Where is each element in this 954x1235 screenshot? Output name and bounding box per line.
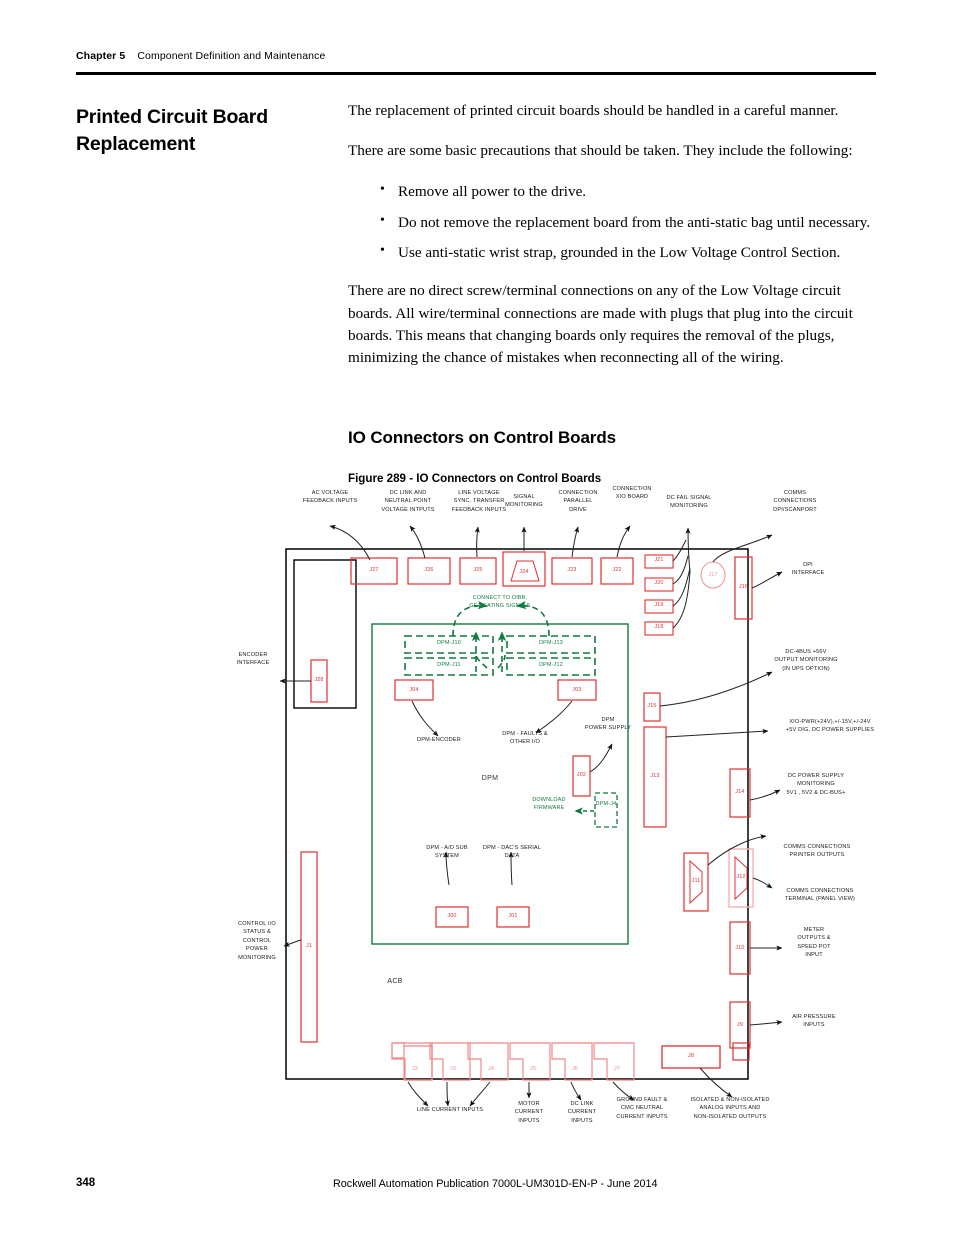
precautions-list: Remove all power to the drive. Do not re… <box>348 180 876 265</box>
dpm-gating-note: CONNECT TO OIBB, GET GATING SIGNALS <box>469 595 531 609</box>
page-title: Printed Circuit Board Replacement <box>76 106 268 155</box>
connector-j7[interactable]: J7 <box>600 1066 634 1072</box>
page-number: 348 <box>76 1177 96 1189</box>
body-column: The replacement of printed circuit board… <box>348 100 876 388</box>
annotation-dpi-interface: DPI INTERFACE <box>791 562 825 577</box>
dpm-port-j11: DPM-J11 <box>437 662 461 668</box>
annotation-encoder-interface: ENCODER INTERFACE <box>236 652 270 667</box>
annotation-comms-printer-outputs: COMMS CONNECTIONS PRINTER OUTPUTS <box>783 844 851 859</box>
annotation-comms-terminal-panel-view: COMMS CONNECTIONS TERMINAL (PANEL VIEW) <box>784 888 856 903</box>
connector-j11[interactable]: J11 <box>684 878 708 884</box>
connector-j15[interactable]: J15 <box>644 703 660 709</box>
connector-j19[interactable]: J19 <box>645 602 673 608</box>
connector-j13[interactable]: J13 <box>644 773 666 779</box>
running-header: Chapter 5 Component Definition and Mainte… <box>76 50 876 62</box>
annotation-dc-power-supply-monitoring: DC POWER SUPPLY MONITORING 5V1 , 5V2 & D… <box>786 773 846 796</box>
list-item: Do not remove the replacement board from… <box>380 211 876 234</box>
paragraph-2: There are some basic precautions that sh… <box>348 142 853 160</box>
connector-j04[interactable]: J04 <box>395 687 433 693</box>
connector-j4[interactable]: J4 <box>474 1066 508 1072</box>
annotation-dpm-encoder: DPM-ENCODER <box>417 737 461 743</box>
chapter-title: Component Definition and Maintenance <box>137 50 326 62</box>
annotation-ground-fault-cmc: GROUND FAULT & CMC NEUTRAL CURRENT INPUT… <box>616 1097 668 1120</box>
connector-j1[interactable]: J1 <box>301 943 317 949</box>
list-item: Remove all power to the drive. <box>380 180 876 203</box>
connector-j10[interactable]: J10 <box>730 945 750 951</box>
annotation-line-voltage-sync: LINE VOLTAGE SYNC. TRANSFER FEEDBACK INP… <box>451 490 507 513</box>
annotation-control-io-status: CONTROL I/O STATUS & CONTROL POWER MONIT… <box>238 921 276 961</box>
connector-j16[interactable]: J16 <box>735 584 752 590</box>
connector-j27[interactable]: J27 <box>351 567 397 573</box>
connector-j17[interactable]: J17 <box>701 572 725 578</box>
connector-j02[interactable]: J02 <box>573 772 590 778</box>
annotation-connection-parallel-drive: CONNECTION PARALLEL DRIVE <box>558 490 598 513</box>
connector-j21[interactable]: J21 <box>645 557 673 563</box>
annotation-ac-voltage-feedback: AC VOLTAGE FEEDBACK INPUTS <box>302 490 358 505</box>
chapter-number: Chapter 5 <box>76 50 126 62</box>
connector-j03[interactable]: J03 <box>558 687 596 693</box>
annotation-signal-monitoring: SIGNAL MONITORING <box>505 494 543 509</box>
connector-j3[interactable]: J3 <box>436 1066 470 1072</box>
annotation-download-firmware: DOWNLOAD FIRMWARE <box>532 797 566 811</box>
connector-j5[interactable]: J5 <box>516 1066 550 1072</box>
annotation-dpm-faults-other-io: DPM - FAULTS & OTHER I/O <box>502 731 548 746</box>
connector-j28[interactable]: J28 <box>311 677 327 683</box>
connector-j8[interactable]: J8 <box>662 1053 720 1059</box>
annotation-line-current-inputs: LINE CURRENT INPUTS <box>416 1107 484 1113</box>
header-divider <box>76 72 876 75</box>
annotation-dpm-dacs-serial-data: DPM - DAC'S SERIAL DATA <box>482 845 542 860</box>
connector-j01[interactable]: J01 <box>497 913 529 919</box>
annotation-dpm-power-supply: DPM POWER SUPPLY <box>584 717 632 732</box>
connector-j00[interactable]: J00 <box>436 913 468 919</box>
annotation-dc-fail-signal-monitoring: DC FAIL SIGNAL MONITORING <box>666 495 712 510</box>
paragraph-1: The replacement of printed circuit board… <box>348 102 839 119</box>
annotation-dpm-ad-sub-system: DPM - A/D SUB SYSTEM <box>426 845 468 860</box>
connector-j14[interactable]: J14 <box>730 789 750 795</box>
connector-j20[interactable]: J20 <box>645 580 673 586</box>
annotation-comms-dpi-scanport: COMMS CONNECTIONS DPI/SCANPORT <box>773 490 817 513</box>
figure-caption: Figure 289 - IO Connectors on Control Bo… <box>348 472 602 485</box>
annotation-air-pressure-inputs: AIR PRESSURE INPUTS <box>792 1014 836 1029</box>
section-heading: IO Connectors on Control Boards <box>348 428 616 447</box>
connector-j23[interactable]: J23 <box>552 567 592 573</box>
dpm-port-j10: DPM-J10 <box>437 640 461 646</box>
connector-j18[interactable]: J18 <box>645 624 673 630</box>
annotation-isolated-analog-io: ISOLATED & NON-ISOLATED ANALOG INPUTS AN… <box>690 1097 770 1120</box>
connector-j22[interactable]: J22 <box>601 567 633 573</box>
connector-j26[interactable]: J26 <box>408 567 450 573</box>
board-label-acb: ACB <box>387 978 403 985</box>
annotation-motor-current-inputs: MOTOR CURRENT INPUTS <box>514 1101 544 1124</box>
connector-j6[interactable]: J6 <box>558 1066 592 1072</box>
connector-j24[interactable]: J24 <box>505 569 543 575</box>
document-page: Chapter 5 Component Definition and Mainte… <box>0 0 954 1235</box>
annotation-meter-outputs-speed-pot: METER OUTPUTS & SPEED POT INPUT <box>797 927 831 959</box>
dpm-port-j12: DPM-J12 <box>539 662 563 668</box>
list-item: Use anti-static wrist strap, grounded in… <box>380 241 876 264</box>
connector-j25[interactable]: J25 <box>460 567 496 573</box>
connector-dpm-j4[interactable]: DPM-J4 <box>595 801 617 809</box>
connector-j12[interactable]: J12 <box>729 874 753 880</box>
annotation-dclink-current-inputs: DC LINK CURRENT INPUTS <box>567 1101 597 1124</box>
annotation-xio-power-supplies: XIO-PWR(+24V),+/-15V,+/-24V +5V DIG, DC … <box>785 719 875 734</box>
publication-footer: Rockwell Automation Publication 7000L-UM… <box>333 1178 658 1190</box>
paragraph-3: There are no direct screw/terminal conne… <box>348 282 853 367</box>
dpm-port-j13: DPM-J13 <box>539 640 563 646</box>
board-label-dpm: DPM <box>481 775 499 782</box>
connector-j9[interactable]: J9 <box>730 1022 750 1028</box>
annotation-dc-4bus-output-monitoring: DC-4BUS +56V OUTPUT MONITORING (IN UPS O… <box>774 649 838 672</box>
annotation-dclink-neutral-point: DC LINK AND NEUTRAL POINT VOLTAGE INTPUT… <box>381 490 435 513</box>
connector-j2[interactable]: J2 <box>398 1066 432 1072</box>
annotation-connection-xio-board: CONNECTION XIO BOARD <box>612 486 652 501</box>
